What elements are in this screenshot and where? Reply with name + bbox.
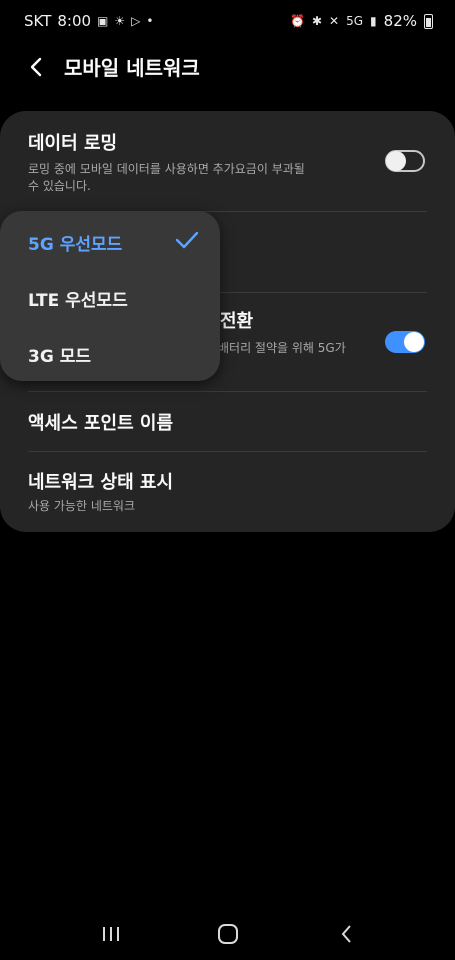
- dot-icon: •: [146, 14, 154, 28]
- status-right: ⏰ ✱ ✕ 5G ▮ 82%: [290, 12, 433, 30]
- smart-switch-toggle[interactable]: [385, 331, 425, 353]
- check-icon: [175, 231, 199, 249]
- divider: [28, 391, 427, 392]
- network-badge: 5G: [346, 14, 364, 28]
- signal-icon: ▮: [370, 14, 377, 28]
- network-mode-option-lte[interactable]: LTE 우선모드: [28, 286, 128, 311]
- network-mode-option-5g[interactable]: 5G 우선모드: [28, 230, 122, 255]
- data-roaming-subtitle-line1: 로밍 중에 모바일 데이터를 사용하면 추가요금이 부과될: [28, 162, 305, 176]
- battery-icon: [424, 13, 433, 29]
- smart-switch-subtitle: 배터리 절약을 위해 5G가: [218, 341, 346, 355]
- nav-back-button[interactable]: [332, 919, 362, 949]
- weather-icon: ☀: [114, 14, 126, 28]
- data-roaming-row[interactable]: 데이터 로밍 로밍 중에 모바일 데이터를 사용하면 추가요금이 부과될 수 있…: [28, 129, 427, 195]
- carrier-label: SKT: [24, 12, 52, 30]
- back-icon: [341, 925, 351, 943]
- network-mode-option-3g[interactable]: 3G 모드: [28, 342, 91, 367]
- smart-switch-title: 전환: [220, 311, 254, 332]
- network-mode-popup: 5G 우선모드 LTE 우선모드 3G 모드: [0, 211, 220, 381]
- status-left: SKT 8:00 ▣ ☀ ▷ •: [24, 12, 153, 30]
- chevron-left-icon: [30, 57, 42, 77]
- network-status-row[interactable]: 네트워크 상태 표시 사용 가능한 네트워크: [28, 468, 427, 515]
- back-button[interactable]: [22, 52, 52, 82]
- data-roaming-subtitle-line2: 수 있습니다.: [28, 179, 91, 193]
- data-roaming-title: 데이터 로밍: [28, 133, 118, 154]
- gallery-icon: ▣: [97, 14, 109, 28]
- alarm-icon: ⏰: [290, 14, 305, 28]
- play-store-icon: ▷: [131, 14, 141, 28]
- data-roaming-subtitle: 로밍 중에 모바일 데이터를 사용하면 추가요금이 부과될 수 있습니다.: [28, 161, 363, 195]
- toggle-knob: [386, 151, 406, 171]
- status-bar: SKT 8:00 ▣ ☀ ▷ • ⏰ ✱ ✕ 5G ▮ 82%: [0, 0, 455, 42]
- data-roaming-toggle[interactable]: [385, 150, 425, 172]
- home-icon: [218, 924, 238, 944]
- network-status-subtitle: 사용 가능한 네트워크: [28, 499, 135, 513]
- home-button[interactable]: [213, 919, 243, 949]
- network-status-title: 네트워크 상태 표시: [28, 472, 174, 493]
- access-point-row[interactable]: 액세스 포인트 이름: [28, 409, 427, 435]
- navigation-bar: [0, 905, 455, 960]
- page-title: 모바일 네트워크: [64, 56, 200, 80]
- access-point-title: 액세스 포인트 이름: [28, 413, 174, 434]
- recents-icon: [103, 927, 119, 941]
- toggle-knob: [404, 332, 424, 352]
- bluetooth-icon: ✱: [311, 14, 323, 28]
- battery-percent: 82%: [383, 12, 417, 30]
- app-header: 모바일 네트워크: [0, 42, 455, 92]
- recents-button[interactable]: [96, 919, 126, 949]
- mute-icon: ✕: [329, 14, 340, 28]
- divider: [28, 451, 427, 452]
- clock: 8:00: [57, 12, 92, 30]
